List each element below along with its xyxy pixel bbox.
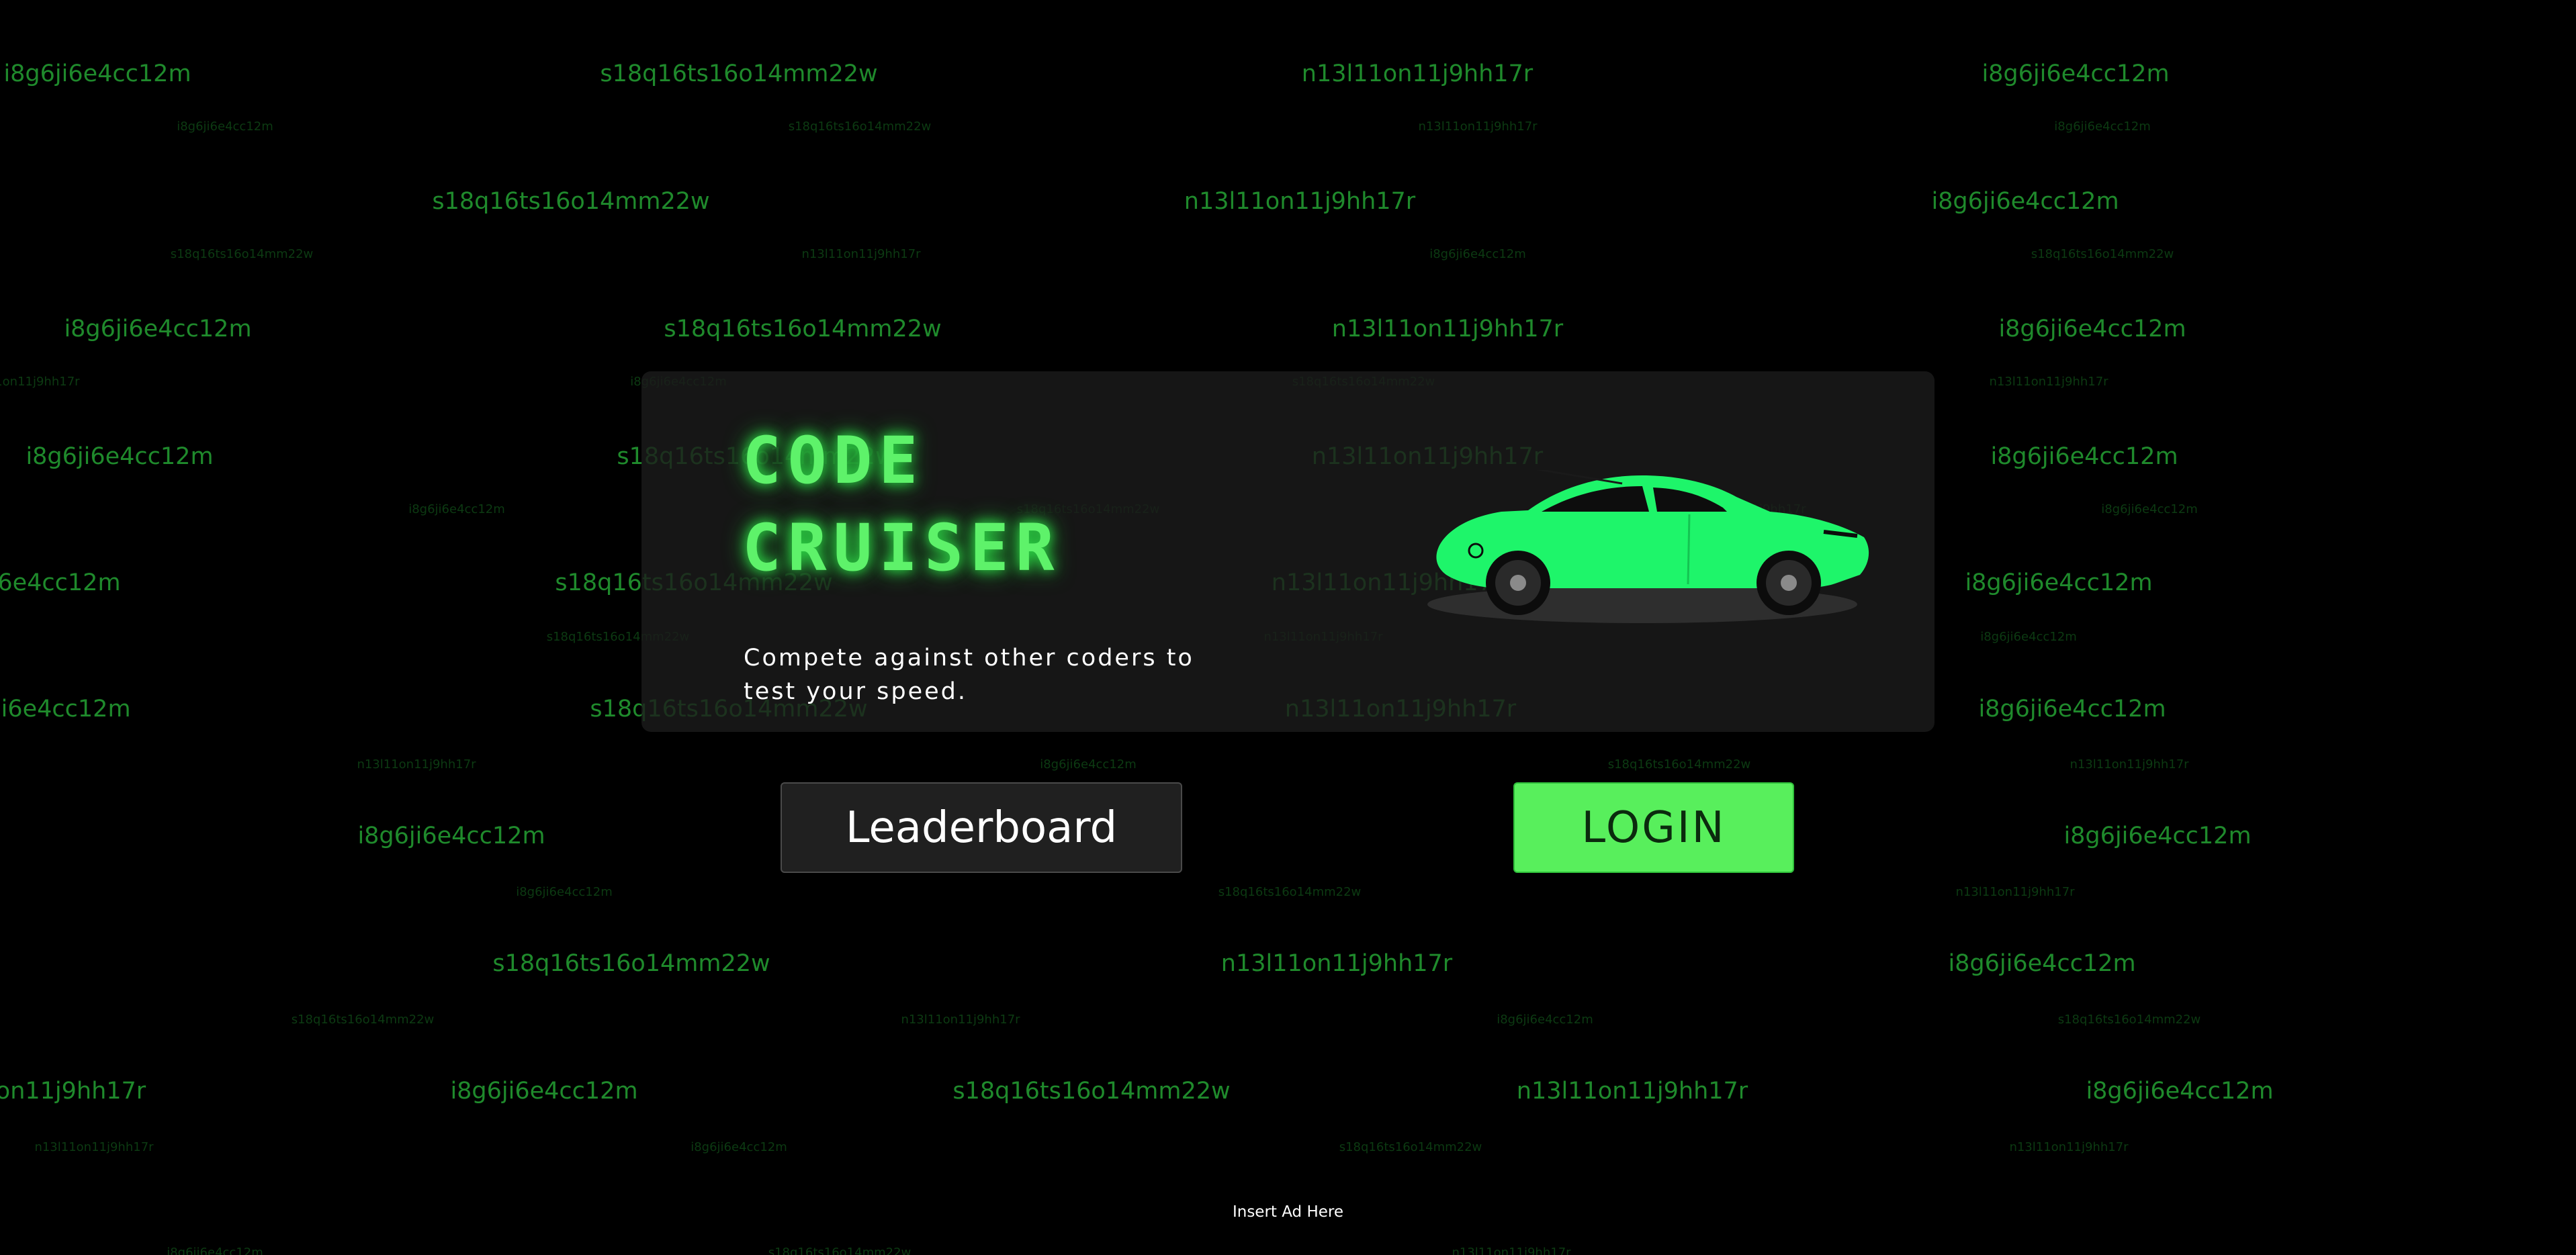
background-code-word: i8g6ji6e4cc12m bbox=[3, 60, 191, 87]
background-code-word: s18q16ts16o14mm22w bbox=[291, 1013, 435, 1027]
background-code-word: i8g6ji6e4cc12m bbox=[1980, 630, 2077, 644]
app-title-line-2: CRUISER bbox=[742, 510, 1061, 586]
background-code-word: i8g6ji6e4cc12m bbox=[1040, 757, 1137, 772]
background-code-word: s18q16ts16o14mm22w bbox=[170, 247, 314, 261]
background-code-word: n13l11on11j9hh17r bbox=[357, 757, 476, 772]
background-code-word: i8g6ji6e4cc12m bbox=[2101, 502, 2198, 516]
login-button[interactable]: LOGIN bbox=[1513, 782, 1794, 873]
background-code-word: i8g6ji6e4cc12m bbox=[2054, 120, 2151, 134]
background-code-word: n13l11on11j9hh17r bbox=[1516, 1078, 1748, 1105]
background-code-word: i8g6ji6e4cc12m bbox=[516, 885, 613, 899]
background-code-word: n13l11on11j9hh17r bbox=[1418, 120, 1538, 134]
background-code-word: i8g6ji6e4cc12m bbox=[1965, 569, 2153, 596]
background-code-word: s18q16ts16o14mm22w bbox=[952, 1078, 1231, 1105]
background-code-word: s18q16ts16o14mm22w bbox=[1607, 757, 1751, 772]
background-code-word: s18q16ts16o14mm22w bbox=[492, 950, 770, 977]
background-code-word: i8g6ji6e4cc12m bbox=[1982, 60, 2170, 87]
background-code-word: i8g6ji6e4cc12m bbox=[408, 502, 505, 516]
background-code-word: s18q16ts16o14mm22w bbox=[788, 120, 932, 134]
background-code-word: i8g6ji6e4cc12m bbox=[0, 569, 121, 596]
ad-placeholder: Insert Ad Here bbox=[1232, 1203, 1344, 1221]
background-code-word: i8g6ji6e4cc12m bbox=[26, 443, 214, 470]
background-code-word: s18q16ts16o14mm22w bbox=[1339, 1140, 1482, 1154]
background-code-word: n13l11on11j9hh17r bbox=[1989, 375, 2108, 389]
background-code-word: s18q16ts16o14mm22w bbox=[768, 1246, 912, 1255]
background-code-word: i8g6ji6e4cc12m bbox=[357, 823, 545, 849]
background-code-word: i8g6ji6e4cc12m bbox=[1990, 443, 2178, 470]
background-code-word: i8g6ji6e4cc12m bbox=[2086, 1078, 2274, 1105]
background-code-word: n13l11on11j9hh17r bbox=[1184, 188, 1416, 215]
background-code-word: i8g6ji6e4cc12m bbox=[1497, 1013, 1593, 1027]
background-code-word: n13l11on11j9hh17r bbox=[34, 1140, 154, 1154]
background-code-word: n13l11on11j9hh17r bbox=[901, 1013, 1020, 1027]
background-code-word: n13l11on11j9hh17r bbox=[801, 247, 921, 261]
background-code-word: i8g6ji6e4cc12m bbox=[1998, 316, 2186, 342]
background-code-word: n13l11on11j9hh17r bbox=[1331, 316, 1564, 342]
background-code-word: i8g6ji6e4cc12m bbox=[1429, 247, 1526, 261]
background-code-word: i8g6ji6e4cc12m bbox=[1978, 696, 2166, 723]
background-code-word: s18q16ts16o14mm22w bbox=[2031, 247, 2174, 261]
background-code-word: s18q16ts16o14mm22w bbox=[1218, 885, 1362, 899]
background-code-word: s18q16ts16o14mm22w bbox=[432, 188, 710, 215]
background-code-word: n13l11on11j9hh17r bbox=[0, 1078, 146, 1105]
background-code-word: i8g6ji6e4cc12m bbox=[64, 316, 252, 342]
background-code-word: n13l11on11j9hh17r bbox=[1452, 1246, 1571, 1255]
background-code-word: n13l11on11j9hh17r bbox=[1955, 885, 2075, 899]
background-code-word: i8g6ji6e4cc12m bbox=[177, 120, 273, 134]
background-code-word: s18q16ts16o14mm22w bbox=[2057, 1013, 2201, 1027]
background-code-word: n13l11on11j9hh17r bbox=[1220, 950, 1453, 977]
background-code-word: i8g6ji6e4cc12m bbox=[167, 1246, 263, 1255]
background-code-word: s18q16ts16o14mm22w bbox=[664, 316, 942, 342]
background-code-word: i8g6ji6e4cc12m bbox=[1948, 950, 2136, 977]
background-code-word: i8g6ji6e4cc12m bbox=[450, 1078, 638, 1105]
leaderboard-button[interactable]: Leaderboard bbox=[781, 782, 1182, 873]
background-code-word: s18q16ts16o14mm22w bbox=[600, 60, 878, 87]
background-code-word: n13l11on11j9hh17r bbox=[2070, 757, 2189, 772]
background-code-word: i8g6ji6e4cc12m bbox=[691, 1140, 787, 1154]
background-code-word: n13l11on11j9hh17r bbox=[2009, 1140, 2129, 1154]
app-title-line-1: CODE bbox=[742, 423, 925, 498]
background-code-word: i8g6ji6e4cc12m bbox=[0, 696, 131, 723]
background-code-word: i8g6ji6e4cc12m bbox=[2063, 823, 2252, 849]
background-code-word: n13l11on11j9hh17r bbox=[0, 375, 80, 389]
background-code-word: i8g6ji6e4cc12m bbox=[1931, 188, 2119, 215]
background-code-word: n13l11on11j9hh17r bbox=[1301, 60, 1534, 87]
sports-car-icon bbox=[1427, 470, 1869, 623]
hero-tagline: Compete against other coders to test you… bbox=[744, 645, 1194, 705]
